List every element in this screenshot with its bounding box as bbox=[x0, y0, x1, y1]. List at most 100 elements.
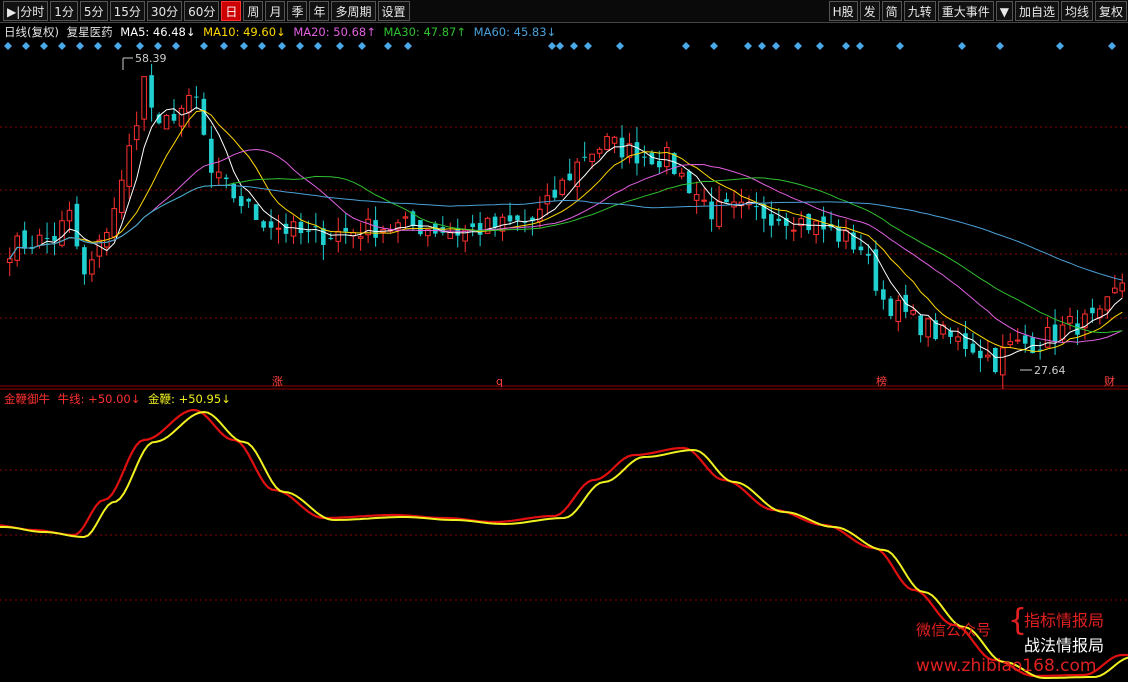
event-label-2: 榜 bbox=[876, 374, 887, 388]
candle-body bbox=[357, 236, 364, 239]
candle-body bbox=[306, 230, 311, 232]
candle-body bbox=[253, 204, 259, 220]
candle-body bbox=[1022, 335, 1028, 344]
candle-body bbox=[66, 209, 73, 222]
candle-body bbox=[918, 315, 923, 336]
candle-body bbox=[895, 299, 902, 323]
candle-body bbox=[596, 148, 603, 154]
candle-body bbox=[843, 230, 849, 242]
event-diamond-icon bbox=[896, 42, 904, 50]
candle-body bbox=[1052, 324, 1058, 342]
candle-body bbox=[52, 236, 57, 241]
candle-body bbox=[993, 347, 998, 373]
candle-body bbox=[186, 94, 192, 113]
kline-chart[interactable]: 58.39 27.64 涨 q 榜 财 bbox=[0, 0, 1128, 682]
event-diamond-icon bbox=[570, 42, 578, 50]
candle-body bbox=[552, 189, 558, 198]
candle-body bbox=[447, 231, 454, 239]
event-diamond-icon bbox=[842, 42, 850, 50]
candle-body bbox=[888, 298, 894, 316]
event-diamond-icon bbox=[384, 42, 392, 50]
event-diamond-icon bbox=[816, 42, 824, 50]
candle-body bbox=[118, 179, 125, 213]
event-diamond-icon bbox=[4, 42, 12, 50]
event-diamond-icon bbox=[682, 42, 690, 50]
candle-body bbox=[664, 147, 670, 168]
candle-body bbox=[1112, 287, 1118, 294]
candle-body bbox=[507, 215, 513, 222]
event-diamond-icon bbox=[958, 42, 966, 50]
event-diamond-icon bbox=[136, 42, 144, 50]
candle-body bbox=[693, 194, 700, 201]
candle-body bbox=[223, 177, 229, 180]
candle-body bbox=[589, 153, 595, 163]
candle-body bbox=[1059, 324, 1066, 340]
event-label-0: 涨 bbox=[272, 375, 283, 388]
event-diamond-icon bbox=[584, 42, 592, 50]
candle-body bbox=[515, 215, 520, 221]
candle-body bbox=[290, 221, 297, 237]
ma60-line bbox=[9, 184, 1123, 281]
event-diamond-icon bbox=[76, 42, 84, 50]
candle-body bbox=[1104, 296, 1111, 311]
candle-body bbox=[642, 156, 647, 158]
candle-body bbox=[724, 199, 729, 203]
event-diamond-icon bbox=[114, 42, 122, 50]
event-diamond-icon bbox=[22, 42, 30, 50]
watermark-line1: 指标情报局 bbox=[1024, 611, 1105, 630]
candle-body bbox=[298, 221, 304, 234]
event-diamond-icon bbox=[200, 42, 208, 50]
candle-body bbox=[89, 259, 95, 275]
candle-body bbox=[1000, 347, 1006, 376]
candle-body bbox=[209, 138, 214, 173]
event-diamond-icon bbox=[278, 42, 286, 50]
low-price-label: 27.64 bbox=[1034, 364, 1066, 377]
event-diamond-icon bbox=[404, 42, 412, 50]
candle-body bbox=[126, 145, 133, 187]
candle-body bbox=[261, 221, 266, 228]
high-price-label: 58.39 bbox=[135, 52, 167, 65]
candle-body bbox=[343, 227, 349, 232]
candle-body bbox=[133, 125, 140, 141]
candle-body bbox=[1119, 282, 1126, 292]
candle-body bbox=[82, 247, 87, 275]
event-diamond-icon bbox=[240, 42, 248, 50]
candle-body bbox=[22, 230, 27, 249]
candle-body bbox=[6, 258, 13, 263]
candle-body bbox=[858, 246, 864, 251]
candle-body bbox=[477, 223, 483, 235]
candle-body bbox=[686, 171, 692, 194]
candle-body bbox=[328, 238, 334, 240]
candle-body bbox=[373, 220, 378, 238]
candle-body bbox=[1007, 341, 1014, 346]
candle-body bbox=[709, 201, 714, 220]
candle-body bbox=[402, 216, 409, 219]
candle-body bbox=[268, 221, 274, 228]
candle-body bbox=[275, 227, 282, 230]
watermark-line2: 战法情报局 bbox=[1024, 636, 1105, 655]
candle-body bbox=[492, 216, 498, 228]
candle-body bbox=[283, 223, 289, 234]
candle-body bbox=[418, 220, 423, 235]
event-diamond-icon bbox=[94, 42, 102, 50]
candle-body bbox=[881, 289, 886, 300]
candle-body bbox=[149, 75, 154, 108]
event-diamond-icon bbox=[856, 42, 864, 50]
candle-body bbox=[201, 98, 207, 135]
candle-body bbox=[701, 199, 707, 202]
candle-body bbox=[866, 253, 871, 256]
event-diamond-icon bbox=[758, 42, 766, 50]
candle-body bbox=[769, 214, 774, 226]
candle-body bbox=[813, 220, 819, 236]
candle-body bbox=[246, 198, 251, 202]
candle-body bbox=[1090, 307, 1095, 314]
event-diamond-icon bbox=[996, 42, 1004, 50]
candle-body bbox=[678, 172, 685, 177]
event-diamond-icon bbox=[220, 42, 228, 50]
candle-body bbox=[559, 179, 566, 196]
candle-body bbox=[619, 137, 625, 158]
candle-body bbox=[74, 203, 80, 247]
ma10-line bbox=[9, 109, 1123, 352]
event-diamond-icon bbox=[358, 42, 366, 50]
candle-body bbox=[955, 336, 961, 342]
